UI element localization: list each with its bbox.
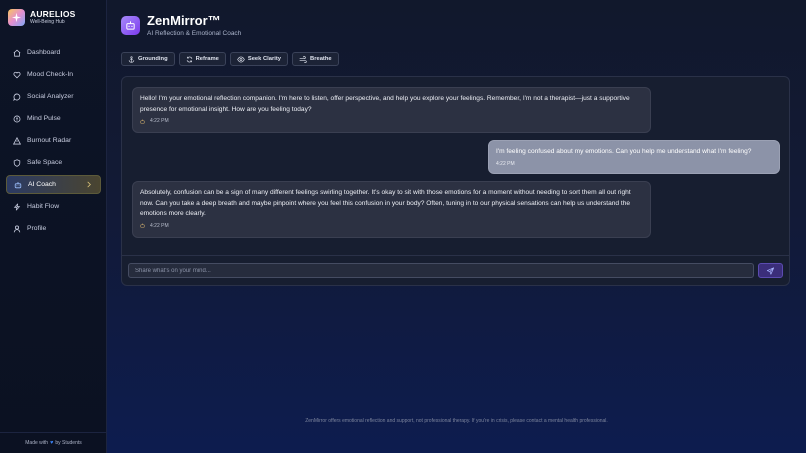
brand[interactable]: AURELIOS Well-Being Hub xyxy=(8,9,76,26)
shield-icon xyxy=(13,158,21,167)
page-subtitle: AI Reflection & Emotional Coach xyxy=(147,30,242,37)
sidebar-nav: Dashboard Mood Check-In Social Analyzer … xyxy=(6,43,101,241)
sidebar-item-dashboard[interactable]: Dashboard xyxy=(6,43,101,62)
ai-message: Hello! I'm your emotional reflection com… xyxy=(132,87,651,133)
sidebar-item-ai-coach[interactable]: AI Coach xyxy=(6,175,101,194)
reframe-button[interactable]: Reframe xyxy=(178,52,226,66)
chip-label: Breathe xyxy=(310,56,332,62)
bot-icon xyxy=(121,16,140,35)
message-time: 4:22 PM xyxy=(150,222,169,229)
sparkle-logo-icon xyxy=(8,9,25,26)
eye-icon xyxy=(237,56,245,63)
sidebar-item-label: Profile xyxy=(27,225,47,232)
message-text: I'm feeling confused about my emotions. … xyxy=(496,148,752,155)
sidebar-item-label: Burnout Radar xyxy=(27,137,72,144)
composer xyxy=(122,255,789,286)
footer-prefix: Made with xyxy=(25,440,49,446)
chip-label: Seek Clarity xyxy=(247,56,282,62)
wind-icon xyxy=(299,55,307,63)
home-icon xyxy=(13,49,21,57)
brand-name: AURELIOS xyxy=(30,9,76,19)
sidebar-item-label: Safe Space xyxy=(27,159,63,166)
bot-icon xyxy=(14,181,22,189)
main-content: ZenMirror™ AI Reflection & Emotional Coa… xyxy=(107,0,806,453)
send-button[interactable] xyxy=(758,263,783,278)
sidebar: AURELIOS Well-Being Hub Dashboard Mood C… xyxy=(0,0,107,453)
footer-suffix: by Students xyxy=(55,440,82,446)
sidebar-item-label: Social Analyzer xyxy=(27,93,74,100)
sidebar-item-mood-check-in[interactable]: Mood Check-In xyxy=(6,65,101,84)
heart-icon: ♥ xyxy=(50,440,54,446)
ai-message: Absolutely, confusion can be a sign of m… xyxy=(132,181,651,238)
disclaimer: ZenMirror offers emotional reflection an… xyxy=(305,418,608,424)
message-time: 4:22 PM xyxy=(496,160,515,167)
send-icon xyxy=(766,262,775,280)
grounding-button[interactable]: Grounding xyxy=(121,52,175,66)
sidebar-item-mind-pulse[interactable]: Mind Pulse xyxy=(6,109,101,128)
refresh-icon xyxy=(186,56,193,63)
sidebar-item-habit-flow[interactable]: Habit Flow xyxy=(6,197,101,216)
message-text: Hello! I'm your emotional reflection com… xyxy=(140,95,630,113)
chat-icon xyxy=(13,93,21,101)
bolt-icon xyxy=(13,203,21,211)
quick-actions: Grounding Reframe Seek Clarity Breathe xyxy=(121,52,343,66)
user-icon xyxy=(13,225,21,233)
message-input[interactable] xyxy=(128,263,754,278)
chip-label: Grounding xyxy=(138,56,168,62)
bot-icon xyxy=(140,119,145,124)
sidebar-item-label: AI Coach xyxy=(28,181,56,188)
heart-icon xyxy=(13,71,21,79)
pulse-icon xyxy=(13,115,21,123)
seek-clarity-button[interactable]: Seek Clarity xyxy=(229,52,289,66)
page-header: ZenMirror™ AI Reflection & Emotional Coa… xyxy=(121,13,241,38)
sidebar-item-label: Mind Pulse xyxy=(27,115,61,122)
sidebar-item-label: Habit Flow xyxy=(27,203,60,210)
bot-icon xyxy=(140,223,145,228)
chip-label: Reframe xyxy=(195,56,219,62)
brand-subtitle: Well-Being Hub xyxy=(30,19,65,25)
chat-panel: Hello! I'm your emotional reflection com… xyxy=(121,76,790,286)
chevron-right-icon xyxy=(86,181,92,190)
breathe-button[interactable]: Breathe xyxy=(292,52,339,66)
user-message: I'm feeling confused about my emotions. … xyxy=(488,140,780,174)
sidebar-item-label: Mood Check-In xyxy=(27,71,74,78)
sidebar-item-label: Dashboard xyxy=(27,49,61,56)
message-time: 4:22 PM xyxy=(150,118,169,125)
anchor-icon xyxy=(128,55,135,63)
sidebar-item-safe-space[interactable]: Safe Space xyxy=(6,153,101,172)
warning-icon xyxy=(13,136,21,145)
sidebar-item-burnout-radar[interactable]: Burnout Radar xyxy=(6,131,101,150)
page-title: ZenMirror™ xyxy=(147,13,221,28)
message-text: Absolutely, confusion can be a sign of m… xyxy=(140,189,631,218)
sidebar-item-social-analyzer[interactable]: Social Analyzer xyxy=(6,87,101,106)
sidebar-item-profile[interactable]: Profile xyxy=(6,219,101,238)
sidebar-footer: Made with ♥ by Students xyxy=(0,432,107,453)
